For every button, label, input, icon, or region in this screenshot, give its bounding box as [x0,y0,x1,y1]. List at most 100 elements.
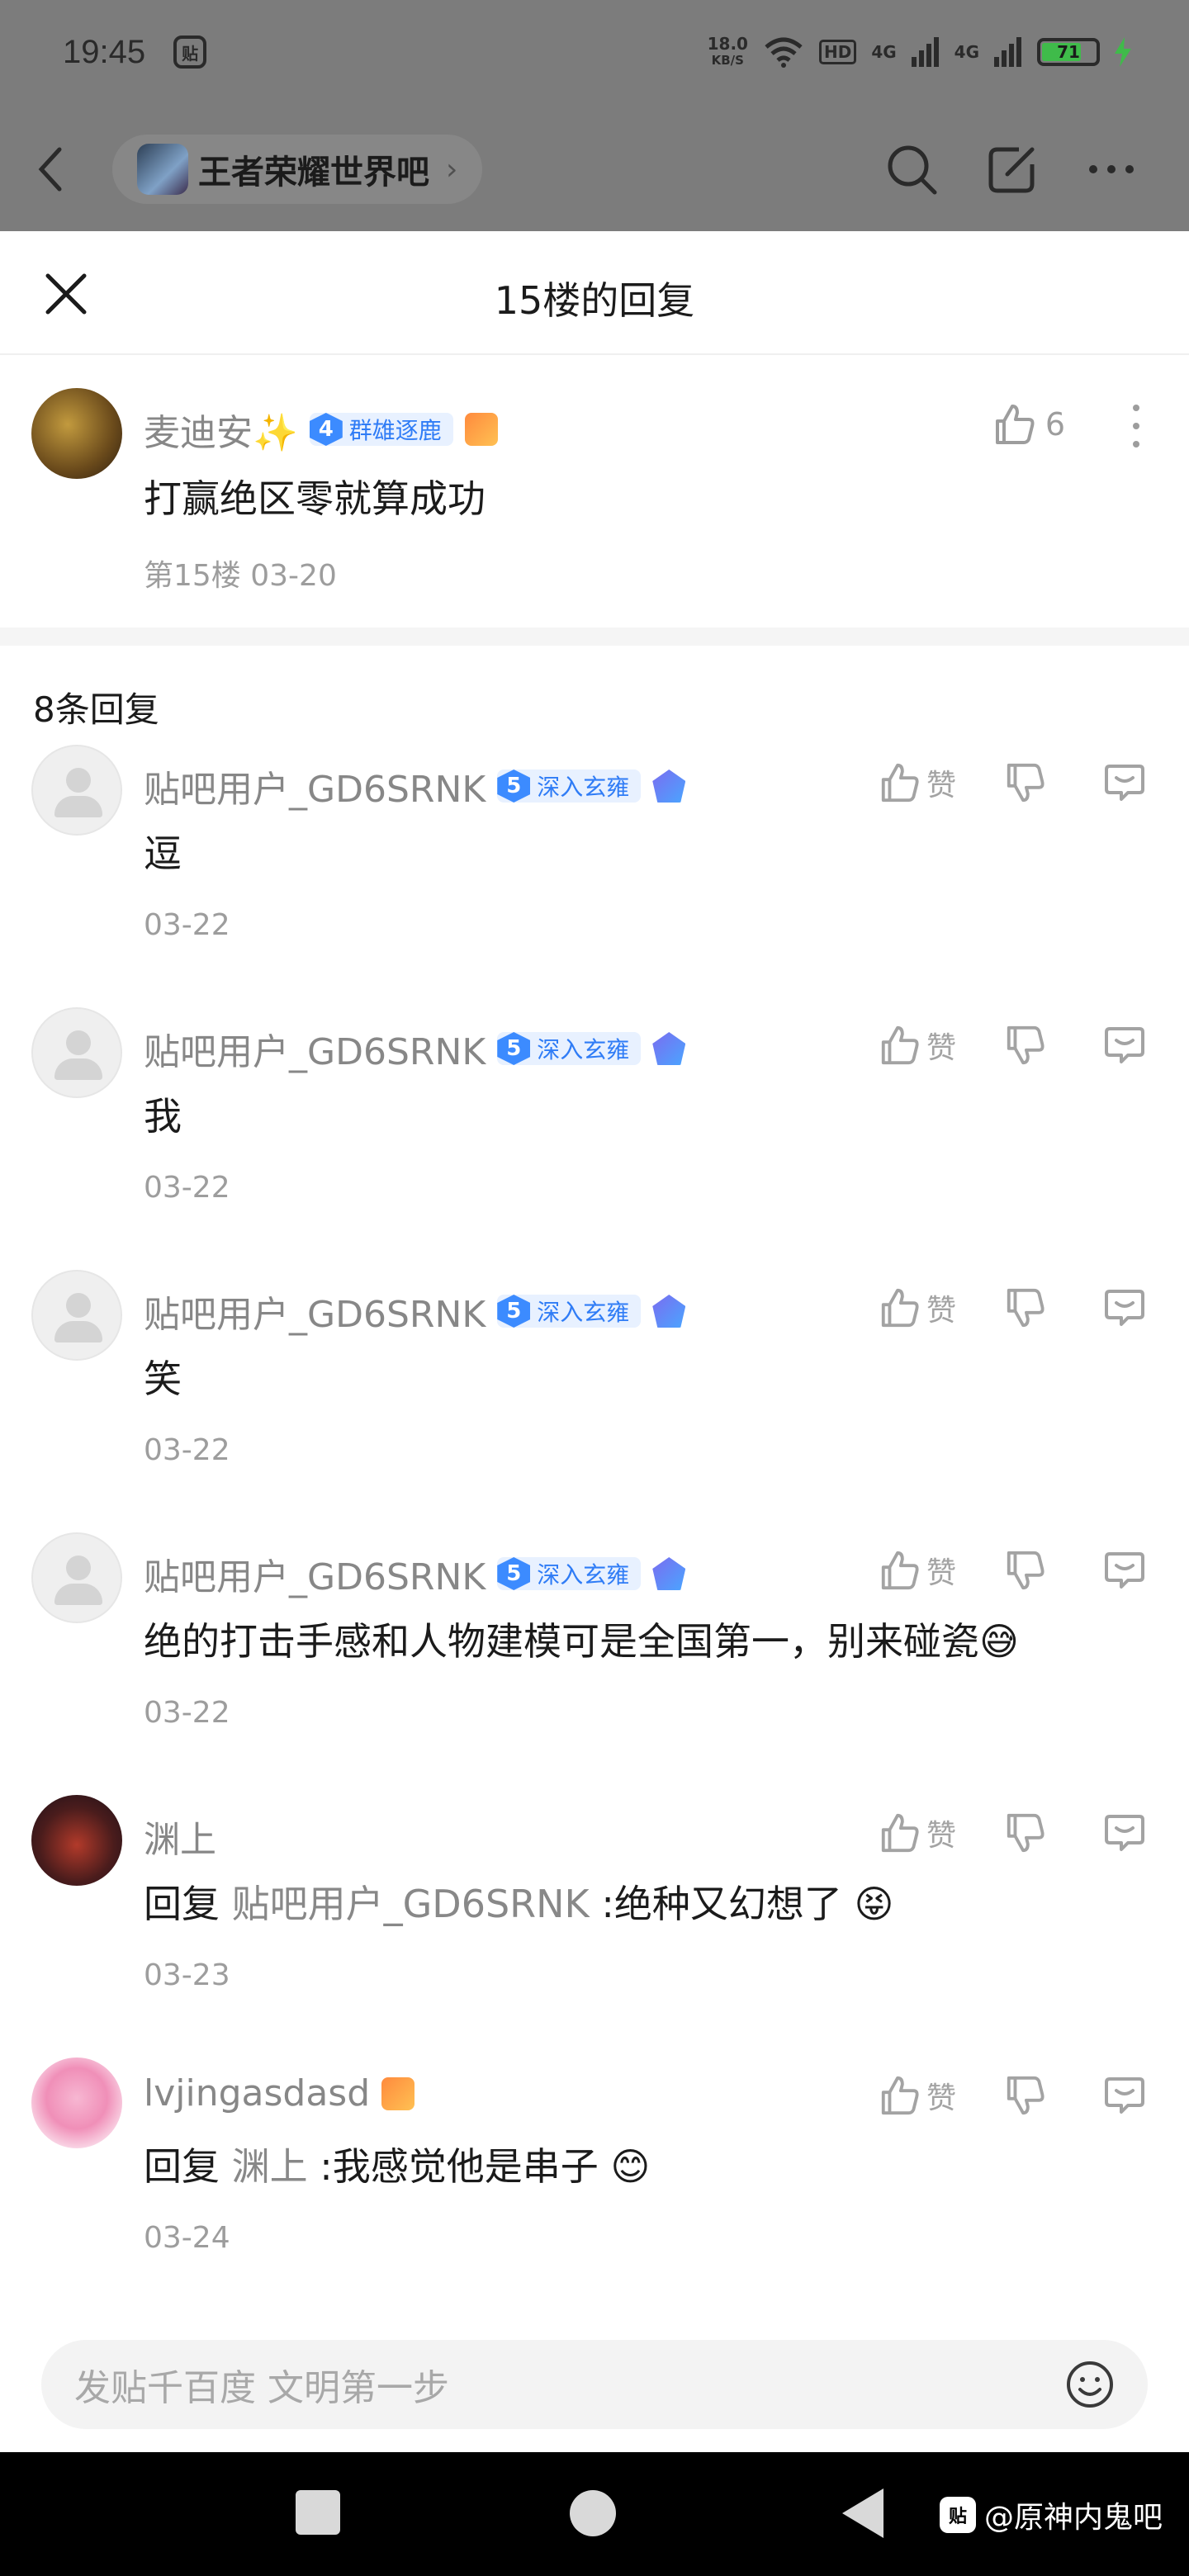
watermark-text: @原神内鬼吧 [984,2501,1163,2535]
like-button[interactable]: 赞 [879,1549,971,1592]
like-button[interactable]: 6 [992,403,1065,446]
username[interactable]: 渊上 [144,1810,216,1863]
dislike-button[interactable] [1004,1287,1045,1328]
default-avatar-head [66,1293,91,1318]
reply-button[interactable] [1103,1811,1146,1854]
reply-author[interactable]: 渊上 [144,1810,216,1863]
back-button[interactable] [33,144,83,194]
main-post-author[interactable]: 麦迪安✨ 4 群雄逐鹿 [144,403,498,456]
reply-author[interactable]: 贴吧用户_GD6SRNK 5 深入玄雍 [144,1022,686,1075]
like-label: 赞 [926,2081,957,2115]
reply-text: :绝种又幻想了 😝 [589,1882,894,1926]
signal-bars-icon [911,37,939,67]
reply-date: 03-24 [144,2221,230,2255]
medal-icon [652,1557,686,1590]
reply-content: 我 [144,1087,182,1141]
dislike-button[interactable] [1004,762,1045,803]
thumb-down-icon [1007,763,1045,803]
like-button[interactable]: 赞 [879,2074,971,2117]
mention-link[interactable]: 渊上 [232,2144,308,2189]
like-label: 赞 [926,1031,957,1065]
status-indicators: 18.0 KB/S HD 4G 4G 71 [708,36,1131,69]
reply-actions: 赞 [879,761,1146,804]
home-button[interactable] [570,2490,616,2536]
avatar[interactable] [31,1270,122,1361]
system-nav-bar: 贴 @原神内鬼吧 [0,2452,1189,2576]
medal-icon [652,1295,686,1328]
dislike-button[interactable] [1004,1812,1045,1854]
signal-4g-1: 4G [871,42,897,62]
more-vertical-icon[interactable] [1130,401,1143,451]
default-avatar-head [66,1556,91,1580]
reply-content: 回复 渊上 :我感觉他是串子 😊 [144,2137,650,2191]
like-button[interactable]: 赞 [879,1024,971,1067]
mention-link[interactable]: 贴吧用户_GD6SRNK [232,1882,590,1926]
reply-prefix: 回复 [144,2144,232,2189]
avatar[interactable] [31,2057,122,2148]
reply-actions: 赞 [879,1811,1146,1854]
avatar[interactable] [31,388,122,479]
reply-actions: 赞 [879,1024,1146,1067]
username[interactable]: 贴吧用户_GD6SRNK [144,1022,486,1075]
reply-text: 逗 [144,831,182,876]
username[interactable]: 贴吧用户_GD6SRNK [144,1285,486,1338]
reply-author[interactable]: 贴吧用户_GD6SRNK 5 深入玄雍 [144,1285,686,1338]
avatar[interactable] [31,1007,122,1098]
level-badge: 5 深入玄雍 [497,1032,642,1065]
medal-icon [652,1032,686,1065]
like-button[interactable]: 赞 [879,761,971,804]
username[interactable]: 贴吧用户_GD6SRNK [144,1547,486,1600]
medal-icon [652,769,686,803]
username[interactable]: 麦迪安✨ [144,403,298,456]
comment-input[interactable]: 发贴千百度 文明第一步 [41,2340,1148,2429]
edit-post-icon[interactable] [986,143,1039,196]
reply-item: 贴吧用户_GD6SRNK 5 深入玄雍 我 03-22 赞 [0,1007,1189,1270]
reply-author[interactable]: 贴吧用户_GD6SRNK 5 深入玄雍 [144,760,686,812]
reply-item: lvjingasdasd 回复 渊上 :我感觉他是串子 😊 03-24 赞 [0,2057,1189,2320]
system-back-button[interactable] [842,2488,883,2538]
level-badge: 4 群雄逐鹿 [309,413,453,446]
avatar[interactable] [31,1532,122,1623]
like-button[interactable]: 赞 [879,1286,971,1329]
reply-date: 03-22 [144,1696,230,1730]
reply-actions: 赞 [879,2074,1146,2117]
reply-date: 03-22 [144,1433,230,1467]
like-button[interactable]: 赞 [879,1811,971,1854]
battery-level: 71 [1057,42,1080,62]
status-bar: 19:45 贴 18.0 KB/S HD 4G 4G 71 [0,0,1189,104]
reply-author[interactable]: lvjingasdasd [144,2072,415,2114]
avatar[interactable] [31,1795,122,1886]
like-label: 赞 [926,1556,957,1590]
reply-author[interactable]: 贴吧用户_GD6SRNK 5 深入玄雍 [144,1547,686,1600]
like-label: 赞 [926,1294,957,1328]
badge-title: 深入玄雍 [537,774,630,801]
username[interactable]: lvjingasdasd [144,2072,370,2114]
reply-button[interactable] [1103,2074,1146,2117]
avatar[interactable] [31,745,122,836]
dislike-button[interactable] [1004,2075,1045,2116]
reply-text: 绝的打击手感和人物建模可是全国第一，别来碰瓷😅 [144,1619,1019,1664]
badge-level: 5 [497,1557,531,1590]
reply-button[interactable] [1103,1286,1146,1329]
main-post-meta: 第15楼 03-20 [144,559,337,593]
dislike-button[interactable] [1004,1025,1045,1066]
badge-level: 5 [497,1295,531,1328]
thumb-down-icon [1007,1025,1045,1065]
recents-button[interactable] [296,2490,340,2535]
status-time: 19:45 [63,33,146,70]
forum-entry[interactable]: 王者荣耀世界吧 › [112,135,483,204]
reply-item: 贴吧用户_GD6SRNK 5 深入玄雍 绝的打击手感和人物建模可是全国第一，别来… [0,1532,1189,1795]
badge-level: 4 [309,413,343,446]
reply-button[interactable] [1103,761,1146,804]
dislike-button[interactable] [1004,1550,1045,1591]
more-icon[interactable] [1087,163,1136,176]
comment-input-placeholder: 发贴千百度 文明第一步 [74,2367,449,2409]
reply-date: 03-22 [144,1171,230,1205]
username[interactable]: 贴吧用户_GD6SRNK [144,760,486,812]
reply-button[interactable] [1103,1024,1146,1067]
default-avatar-head [66,1030,91,1055]
thumb-up-icon [881,2076,919,2115]
reply-button[interactable] [1103,1549,1146,1592]
emoji-icon[interactable] [1065,2360,1115,2409]
search-icon[interactable] [885,143,938,196]
